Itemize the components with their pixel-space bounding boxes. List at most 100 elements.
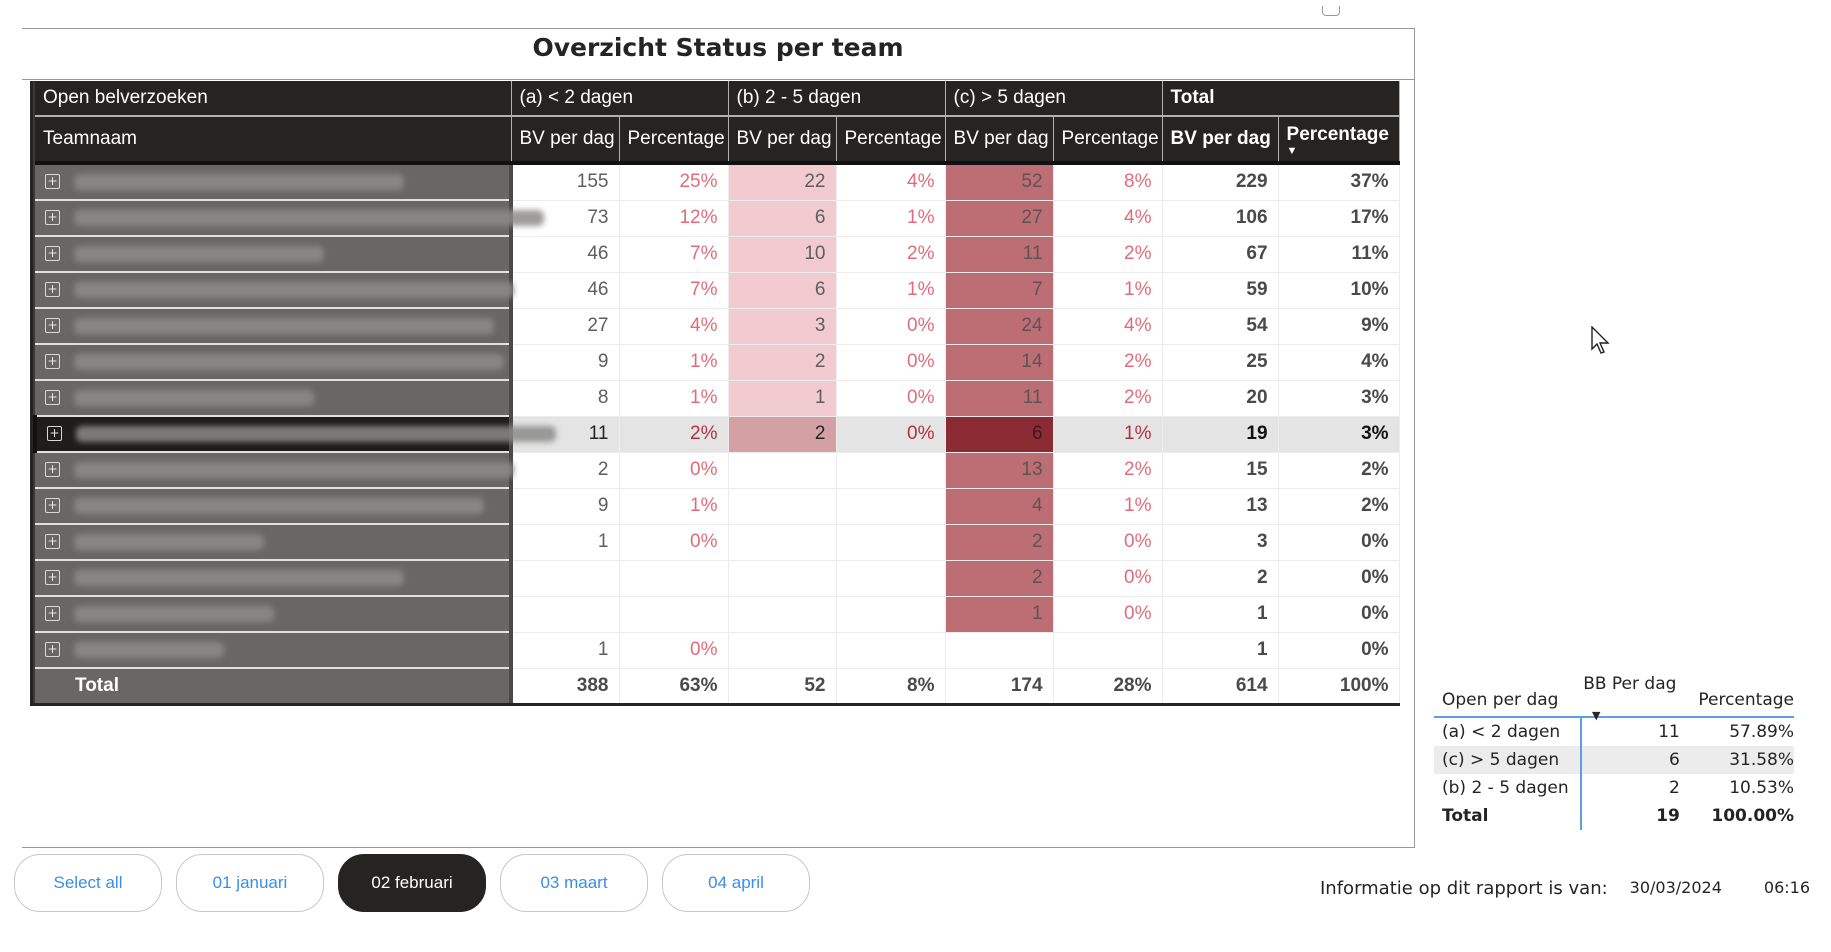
team-name-cell[interactable]: + <box>35 488 513 525</box>
expand-plus-icon[interactable]: + <box>45 174 60 190</box>
report-date-info: Informatie op dit rapport is van: 30/03/… <box>1320 878 1810 899</box>
slicer-februari[interactable]: 02 februari <box>338 854 486 912</box>
team-name-cell[interactable]: + <box>35 344 513 381</box>
report-time-value: 06:16 <box>1763 878 1810 897</box>
expand-plus-icon[interactable]: + <box>45 246 60 262</box>
col-header-c-pct[interactable]: Percentage <box>1053 116 1163 165</box>
cell-a-bv: 1 <box>511 632 620 669</box>
cell-b-pct <box>836 560 946 597</box>
team-name-cell[interactable]: + <box>33 416 556 453</box>
table-row[interactable]: +9 1% 4 1% 13 2% <box>35 488 1400 525</box>
table-row[interactable]: +9 1% 2 0% 14 2% 25 4% <box>35 344 1400 381</box>
team-name-cell[interactable]: + <box>35 560 513 597</box>
cell-t-pct: 0% <box>1278 524 1400 561</box>
col-header-a-pct[interactable]: Percentage <box>619 116 729 165</box>
focus-mode-icon[interactable] <box>1322 6 1340 16</box>
slicer-januari[interactable]: 01 januari <box>176 854 324 912</box>
team-name-cell[interactable]: + <box>35 236 513 273</box>
table-row[interactable]: +155 25% 22 4% 52 8% 229 37% <box>35 163 1400 201</box>
expand-plus-icon[interactable]: + <box>45 390 60 406</box>
col-header-total-bv[interactable]: BV per dag <box>1162 116 1279 165</box>
table-row[interactable]: +1 0% 2 0% 3 0% <box>35 524 1400 561</box>
blurred-team-name <box>74 389 314 406</box>
summary-header-bb[interactable]: BB Per dag <box>1580 674 1687 710</box>
group-header-c[interactable]: (c) > 5 dagen <box>945 81 1163 117</box>
table-row[interactable]: +1 0% 1 0% <box>35 596 1400 633</box>
cell-a-bv: 155 <box>511 163 620 201</box>
table-row[interactable]: +46 7% 10 2% 11 2% 67 11% <box>35 236 1400 273</box>
table-row[interactable]: +1 0% 1 0% <box>35 632 1400 669</box>
summary-header-open[interactable]: Open per dag <box>1434 690 1580 710</box>
col-header-c-bv[interactable]: BV per dag <box>945 116 1054 165</box>
blurred-team-name <box>74 245 324 262</box>
row-header-teamnaam[interactable]: Teamnaam <box>35 116 512 165</box>
team-name-cell[interactable]: + <box>35 596 513 633</box>
summary-row[interactable]: (c) > 5 dagen 6 31.58% <box>1434 746 1794 774</box>
cell-a-bv: 9 <box>511 344 620 381</box>
slicer-select-all[interactable]: Select all <box>14 854 162 912</box>
expand-plus-icon[interactable]: + <box>47 426 62 442</box>
col-header-b-bv[interactable]: BV per dag <box>728 116 837 165</box>
cell-t-bv: 13 <box>1162 488 1279 525</box>
summary-value: 11 <box>1579 718 1688 746</box>
col-header-a-bv[interactable]: BV per dag <box>511 116 620 165</box>
table-row[interactable]: +46 7% 6 1% 7 1% 59 10% <box>35 272 1400 309</box>
slicer-april[interactable]: 04 april <box>662 854 810 912</box>
team-name-cell[interactable]: + <box>35 632 513 669</box>
cell-c-pct: 2% <box>1053 236 1163 273</box>
cell-c-bv: 24 <box>945 308 1054 345</box>
cell-c-pct: 1% <box>1053 416 1163 453</box>
team-name-cell[interactable]: + <box>35 163 513 201</box>
cell-c-pct: 2% <box>1053 380 1163 417</box>
cell-c-pct: 0% <box>1053 524 1163 561</box>
blurred-team-name <box>74 641 224 658</box>
slicer-maart[interactable]: 03 maart <box>500 854 648 912</box>
cell-t-pct: 4% <box>1278 344 1400 381</box>
total-b-bv: 52 <box>728 668 837 703</box>
team-name-cell[interactable]: + <box>35 200 544 237</box>
cell-b-bv <box>728 524 837 561</box>
summary-row[interactable]: (b) 2 - 5 dagen 2 10.53% <box>1434 774 1794 802</box>
summary-row[interactable]: (a) < 2 dagen 11 57.89% <box>1434 718 1794 746</box>
team-name-cell[interactable]: + <box>35 452 514 489</box>
expand-plus-icon[interactable]: + <box>45 282 60 298</box>
expand-plus-icon[interactable]: + <box>45 462 60 478</box>
group-header-b[interactable]: (b) 2 - 5 dagen <box>728 81 946 117</box>
cell-t-pct: 17% <box>1278 200 1400 237</box>
blurred-team-name <box>74 281 514 298</box>
summary-total-label: Total <box>1442 806 1489 826</box>
expand-plus-icon[interactable]: + <box>45 570 60 586</box>
col-header-b-pct[interactable]: Percentage <box>836 116 946 165</box>
col-header-total-pct[interactable]: Percentage ▼ <box>1278 116 1400 165</box>
group-header-total[interactable]: Total <box>1162 81 1400 117</box>
table-row[interactable]: +27 4% 3 0% 24 4% 54 9% <box>35 308 1400 345</box>
summary-header-pct[interactable]: Percentage <box>1687 690 1794 710</box>
team-name-cell[interactable]: + <box>35 272 514 309</box>
table-row[interactable]: +2 0% 13 2% 15 2% <box>35 452 1400 489</box>
team-name-cell[interactable]: + <box>35 524 513 561</box>
expand-plus-icon[interactable]: + <box>45 498 60 514</box>
cell-a-bv <box>511 596 620 633</box>
cell-a-bv: 8 <box>511 380 620 417</box>
table-row[interactable]: +73 12% 6 1% 27 4% 106 17% <box>35 200 1400 237</box>
cell-b-bv <box>728 452 837 489</box>
team-name-cell[interactable]: + <box>35 308 513 345</box>
table-row[interactable]: +11 2% 2 0% 6 1% 19 3% <box>33 416 1400 453</box>
expand-plus-icon[interactable]: + <box>45 318 60 334</box>
team-name-cell[interactable]: + <box>35 380 513 417</box>
expand-plus-icon[interactable]: + <box>45 354 60 370</box>
expand-plus-icon[interactable]: + <box>45 534 60 550</box>
expand-plus-icon[interactable]: + <box>45 210 60 226</box>
cell-a-pct: 7% <box>619 272 729 309</box>
table-row[interactable]: +8 1% 1 0% 11 2% 20 3% <box>35 380 1400 417</box>
expand-plus-icon[interactable]: + <box>45 606 60 622</box>
cell-t-pct: 0% <box>1278 560 1400 597</box>
cell-a-pct: 1% <box>619 488 729 525</box>
group-header-a[interactable]: (a) < 2 dagen <box>511 81 729 117</box>
cell-t-pct: 10% <box>1278 272 1400 309</box>
total-b-pct: 8% <box>836 668 946 703</box>
blurred-team-name <box>74 569 404 586</box>
expand-plus-icon[interactable]: + <box>45 642 60 658</box>
blurred-team-name <box>76 425 556 442</box>
table-row[interactable]: +2 0% 2 0% <box>35 560 1400 597</box>
